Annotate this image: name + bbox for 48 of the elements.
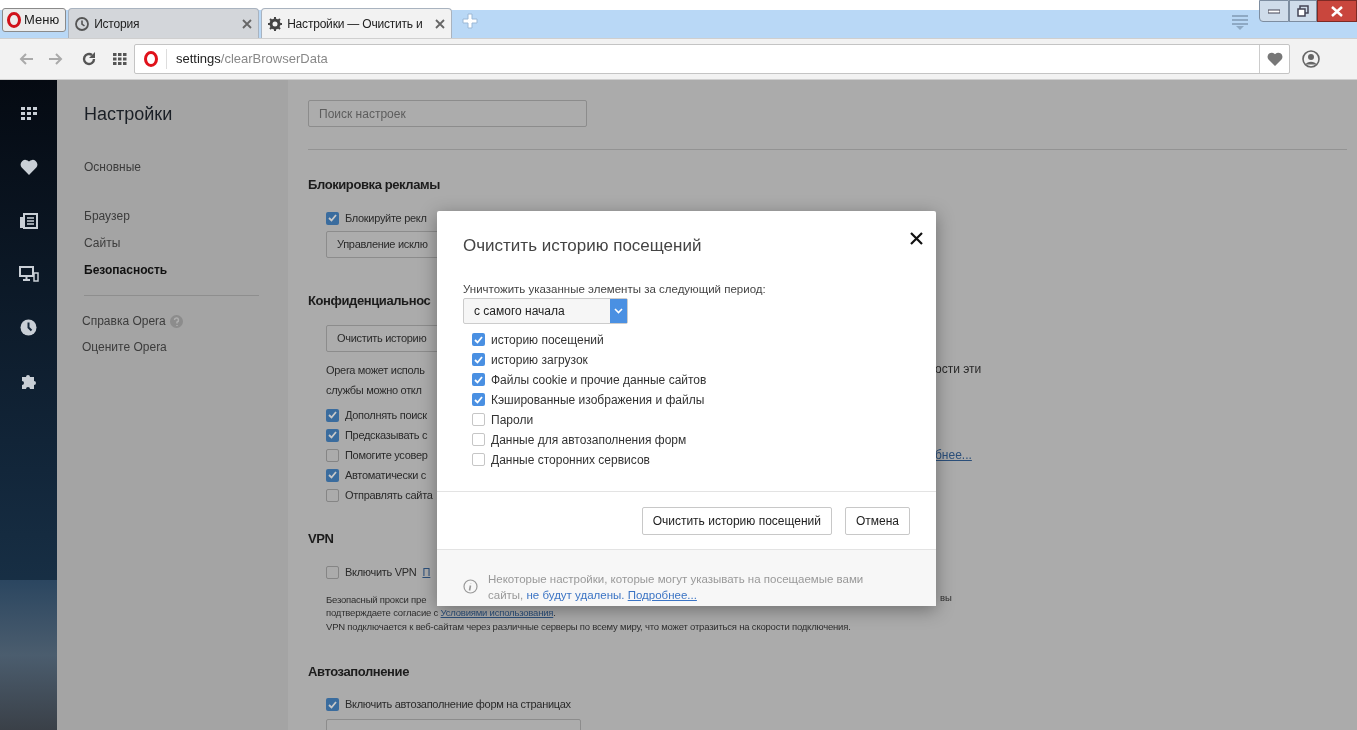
checkbox-label: Отправлять сайта (345, 487, 433, 503)
note-text: вы (940, 590, 952, 605)
checkbox-label: Кэшированные изображения и файлы (491, 391, 705, 409)
body-text: Opera может исполь (326, 364, 425, 376)
link[interactable]: П (422, 563, 431, 581)
sidebar-link[interactable]: Справка Opera (82, 312, 166, 330)
checkbox-label: Дополнять поиск (345, 407, 427, 423)
dialog-title: Очистить историю посещений (463, 235, 702, 257)
browser-tab[interactable]: Настройки — Очистить и (261, 8, 453, 38)
section-heading: Автозаполнение (308, 662, 409, 681)
note-text: Безопасный прокси пре (326, 593, 427, 605)
more-link[interactable]: Подробнее... (627, 588, 697, 601)
checkbox-label: Пароли (491, 411, 534, 429)
address-field[interactable]: settings/clearBrowserData (134, 44, 1290, 74)
checkbox-label: Блокируйте рекл (345, 210, 427, 226)
clear-history-button[interactable]: Очистить историю посещений (641, 506, 832, 535)
sidebar-item[interactable]: Сайты (84, 234, 288, 252)
cancel-button[interactable]: Отмена (844, 506, 910, 535)
body-text: ости эти (935, 361, 982, 378)
checkbox-label: Данные для автозаполнения форм (491, 431, 687, 449)
sidebar-item[interactable]: Безопасность (84, 261, 288, 279)
section-heading: Блокировка рекламы (308, 176, 440, 194)
menu-button[interactable]: Меню (2, 8, 67, 32)
more-link[interactable]: бнее... (935, 446, 972, 464)
checkbox-label: Включить VPN (345, 564, 417, 580)
checkbox-label: Включить автозаполнение форм на страницах (345, 697, 571, 713)
dialog-footer-note: Некоторые настройки, которые могут указывать на посещаемые вами сайты, не будут удалены. Подробнее... (488, 571, 865, 603)
note-text: подтверждаете согласие с Условиями использования. (326, 607, 556, 619)
period-select[interactable]: с самого начала (463, 297, 628, 324)
section-heading: VPN (308, 530, 334, 548)
note-text: VPN подключается к веб-сайтам через различные серверы по всему миру, что может отразиться на скорости подключения. (326, 620, 851, 632)
checkbox-label: Данные сторонних сервисов (491, 451, 650, 469)
checkbox-label: историю загрузок (491, 351, 588, 369)
sidebar-item[interactable]: Основные (84, 158, 288, 176)
period-label: Уничтожить указанные элементы за следующий период: (463, 281, 767, 296)
checkbox-label: Файлы cookie и прочие данные сайтов (491, 371, 707, 389)
checkbox-label: историю посещений (491, 331, 604, 349)
checkbox-label: Предсказывать с (345, 427, 428, 443)
checkbox-label: Помогите усовер (345, 447, 428, 463)
body-text: службы можно откл (326, 384, 422, 396)
section-heading: Конфиденциальнос (308, 292, 431, 310)
search-field[interactable]: Поиск настроек (308, 100, 587, 127)
sidebar-link[interactable]: Оцените Opera (82, 338, 167, 356)
checkbox-label: Автоматически с (345, 467, 426, 483)
settings-title: Настройки (84, 103, 174, 125)
browser-tab[interactable]: История (68, 8, 260, 38)
sidebar-item[interactable]: Браузер (84, 207, 288, 225)
url-text: settings/clearBrowserData (176, 50, 328, 69)
